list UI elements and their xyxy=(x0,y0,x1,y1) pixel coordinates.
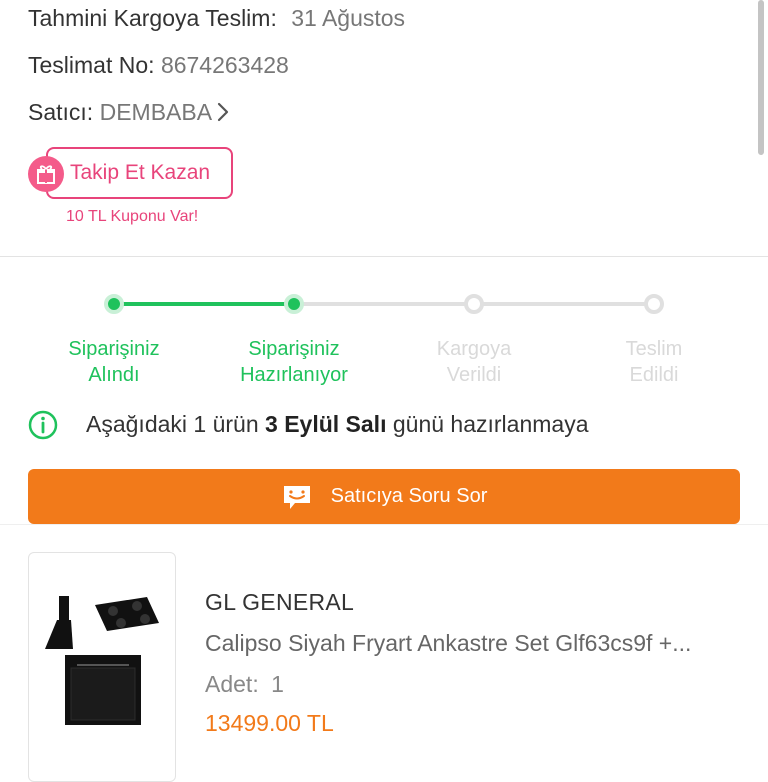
step-line-1 xyxy=(114,302,294,306)
follow-earn-label: Takip Et Kazan xyxy=(70,161,211,184)
scrollbar[interactable] xyxy=(758,0,764,155)
notice-text: Aşağıdaki 1 ürün 3 Eylül Salı günü hazır… xyxy=(86,411,588,438)
quantity-value: 1 xyxy=(271,671,284,697)
section-divider xyxy=(0,256,768,257)
seller-label: Satıcı: xyxy=(28,99,94,125)
follow-earn-button[interactable]: Takip Et Kazan xyxy=(46,147,233,199)
product-brand: GL GENERAL xyxy=(205,589,355,615)
notice-prefix: Aşağıdaki 1 ürün xyxy=(86,411,259,437)
chevron-right-icon xyxy=(218,102,229,122)
estimate-label: Tahmini Kargoya Teslim: xyxy=(28,5,277,31)
step-dot-delivered xyxy=(644,294,664,314)
seller-link[interactable]: DEMBABA xyxy=(100,99,211,125)
quantity-row: Adet: 1 xyxy=(205,671,284,698)
seller-row[interactable]: Satıcı: DEMBABA xyxy=(28,99,229,126)
estimate-row: Tahmini Kargoya Teslim: 31 Ağustos xyxy=(28,5,405,32)
ask-seller-button[interactable]: Satıcıya Soru Sor xyxy=(28,469,740,524)
delivery-no-label: Teslimat No: xyxy=(28,52,155,78)
ask-seller-label: Satıcıya Soru Sor xyxy=(330,485,488,507)
notice-suffix: günü hazırlanmaya xyxy=(392,411,589,437)
step-label-delivered: Teslim Edildi xyxy=(625,338,683,386)
info-icon xyxy=(28,410,58,445)
product-image[interactable] xyxy=(28,552,176,782)
chat-smile-icon xyxy=(283,485,310,509)
notice-date: 3 Eylül Salı xyxy=(265,411,387,437)
step-label-shipped: Kargoya Verildi xyxy=(436,338,512,386)
delivery-no-row: Teslimat No: 8674263428 xyxy=(28,52,289,79)
step-dot-received xyxy=(104,294,124,314)
step-line-2 xyxy=(294,302,474,306)
delivery-no-value: 8674263428 xyxy=(160,52,289,78)
product-price: 13499.00 TL xyxy=(205,710,334,736)
step-dot-preparing xyxy=(284,294,304,314)
step-line-3 xyxy=(474,302,654,306)
quantity-label: Adet: xyxy=(205,671,259,697)
step-dot-shipped xyxy=(464,294,484,314)
step-label-preparing: Siparişiniz Hazırlanıyor xyxy=(240,338,348,386)
card-divider xyxy=(0,524,768,525)
step-label-received: Siparişiniz Alındı xyxy=(68,338,160,386)
product-title[interactable]: Calipso Siyah Fryart Ankastre Set Glf63c… xyxy=(205,630,745,657)
estimate-value: 31 Ağustos xyxy=(291,5,406,31)
gift-icon xyxy=(28,156,64,192)
coupon-text: 10 TL Kuponu Var! xyxy=(66,208,199,225)
